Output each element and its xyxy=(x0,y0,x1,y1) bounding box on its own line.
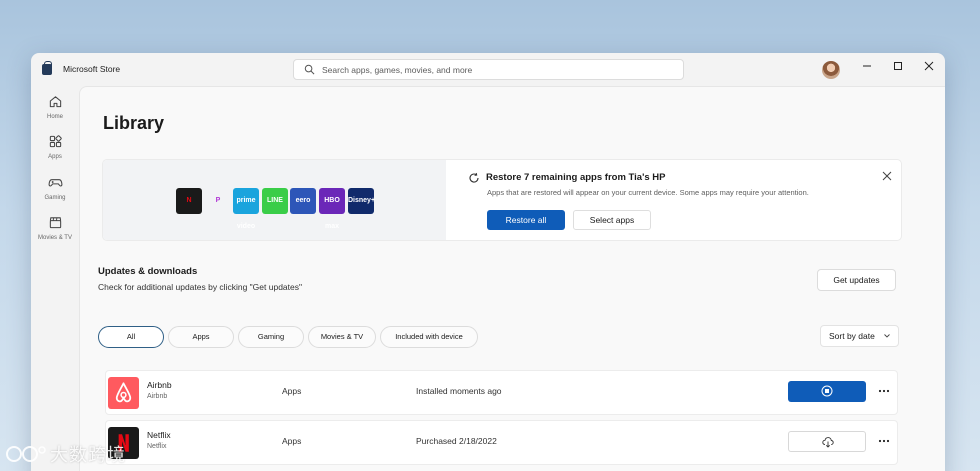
apps-icon xyxy=(49,135,62,148)
filter-movies-tv[interactable]: Movies & TV xyxy=(308,326,376,348)
more-options-icon[interactable] xyxy=(878,435,890,447)
app-name: Netflix xyxy=(147,430,171,440)
filter-apps[interactable]: Apps xyxy=(168,326,234,348)
prime-video-tile: prime video xyxy=(233,188,259,230)
search-input[interactable]: Search apps, games, movies, and more xyxy=(293,59,684,80)
download-button[interactable] xyxy=(788,431,866,452)
sync-icon xyxy=(469,172,479,183)
filter-gaming[interactable]: Gaming xyxy=(238,326,304,348)
sidebar-item-apps[interactable]: Apps xyxy=(31,134,79,172)
chevron-down-icon xyxy=(884,334,890,338)
library-row[interactable]: Airbnb Airbnb Apps Installed moments ago xyxy=(105,370,898,415)
sidebar-item-label: Home xyxy=(46,114,63,120)
minimize-button[interactable] xyxy=(859,58,875,74)
filter-all[interactable]: All xyxy=(98,326,164,348)
clapperboard-icon xyxy=(49,217,61,229)
sidebar-item-label: Apps xyxy=(48,154,62,160)
pandora-tile: P xyxy=(205,188,231,214)
app-category: Apps xyxy=(282,386,302,396)
line-tile: LINE xyxy=(262,188,288,214)
airbnb-icon xyxy=(115,382,132,403)
stop-icon xyxy=(821,385,833,397)
more-options-icon[interactable] xyxy=(878,385,890,397)
eero-tile: eero xyxy=(290,188,316,214)
controller-icon xyxy=(48,179,62,187)
title-bar: Microsoft Store Search apps, games, movi… xyxy=(31,53,945,86)
app-status: Installed moments ago xyxy=(416,386,502,396)
updates-heading: Updates & downloads xyxy=(98,266,198,277)
close-icon[interactable] xyxy=(881,170,893,182)
restore-title: Restore 7 remaining apps from Tia's HP xyxy=(486,172,666,183)
search-placeholder: Search apps, games, movies, and more xyxy=(322,65,473,75)
restore-apps-card: N P prime video LINE eero HBO max Disney… xyxy=(102,159,902,241)
app-publisher: Airbnb xyxy=(147,393,168,400)
sidebar-item-gaming[interactable]: Gaming xyxy=(31,175,79,213)
restore-all-button[interactable]: Restore all xyxy=(487,210,565,230)
netflix-tile: N xyxy=(176,188,202,214)
cloud-download-icon xyxy=(822,437,834,448)
stop-install-button[interactable] xyxy=(788,381,866,402)
page-title: Library xyxy=(103,113,165,133)
sort-dropdown[interactable]: Sort by date xyxy=(820,325,899,347)
close-icon xyxy=(924,61,934,71)
watermark: 大数跨境 xyxy=(4,441,134,467)
sidebar-item-home[interactable]: Home xyxy=(31,94,79,132)
app-status: Purchased 2/18/2022 xyxy=(416,436,497,446)
home-icon xyxy=(49,96,61,108)
get-updates-button[interactable]: Get updates xyxy=(817,269,896,291)
sidebar-item-movies-tv[interactable]: Movies & TV xyxy=(31,215,79,253)
filter-included-with-device[interactable]: Included with device xyxy=(380,326,478,348)
restore-app-tiles: N P prime video LINE eero HBO max Disney… xyxy=(103,160,446,240)
window-title: Microsoft Store xyxy=(63,64,121,74)
select-apps-button[interactable]: Select apps xyxy=(573,210,651,230)
store-window: Microsoft Store Search apps, games, movi… xyxy=(31,53,945,471)
sidebar: Home Apps Gaming Movies & TV xyxy=(31,86,79,471)
sidebar-item-label: Movies & TV xyxy=(38,235,72,241)
sort-label: Sort by date xyxy=(829,331,875,341)
library-row[interactable]: Netflix Netflix Apps Purchased 2/18/2022 xyxy=(105,420,898,465)
restore-description: Apps that are restored will appear on yo… xyxy=(487,188,809,197)
app-name: Airbnb xyxy=(147,380,172,390)
avatar[interactable] xyxy=(822,61,840,79)
app-publisher: Netflix xyxy=(147,443,167,450)
close-button[interactable] xyxy=(921,58,937,74)
app-category: Apps xyxy=(282,436,302,446)
maximize-icon xyxy=(894,62,902,70)
store-bag-icon xyxy=(42,61,52,75)
maximize-button[interactable] xyxy=(890,58,906,74)
hbo-max-tile: HBO max xyxy=(319,188,345,230)
minimize-icon xyxy=(863,65,871,67)
watermark-logo-icon xyxy=(6,446,46,462)
library-content: Library N P prime video LINE eero HBO ma… xyxy=(79,86,945,471)
airbnb-logo xyxy=(108,377,139,409)
watermark-text: 大数跨境 xyxy=(50,445,126,466)
search-icon xyxy=(304,64,315,75)
disney-plus-tile: Disney+ xyxy=(348,188,375,214)
sidebar-item-label: Gaming xyxy=(44,195,66,201)
updates-description: Check for additional updates by clicking… xyxy=(98,282,303,292)
